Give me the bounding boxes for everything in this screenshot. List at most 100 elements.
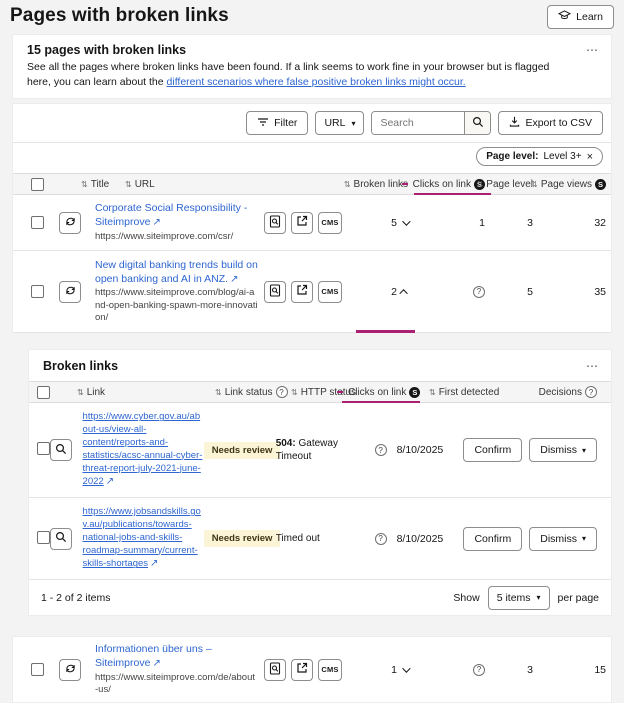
broken-link-url[interactable]: https://www.jobsandskills.gov.au/publica… [83, 506, 204, 571]
inspect-link-button[interactable] [50, 439, 72, 461]
select-all-checkbox[interactable] [37, 386, 50, 399]
column-header-page-views[interactable]: ⇅ Page views S [531, 174, 606, 194]
decisions-cell: Confirm Dismiss ▾ [463, 438, 611, 462]
page-report-icon [269, 284, 281, 300]
row-checkbox[interactable] [31, 285, 44, 298]
page-level-filter-tag[interactable]: Page level: Level 3+ × [476, 147, 603, 166]
sort-icon: ⇅ [215, 388, 222, 397]
broken-link-url[interactable]: https://www.cyber.gov.au/about-us/view-a… [83, 411, 204, 489]
info-icon[interactable]: ? [585, 386, 597, 398]
page-url: https://www.siteimprove.com/blog/ai-and-… [95, 287, 258, 324]
page-report-icon [269, 215, 281, 231]
page-link[interactable]: New digital banking trends build on open… [95, 259, 258, 286]
filter-tag-value: Level 3+ [543, 151, 581, 162]
open-cms-button[interactable]: CMS [318, 659, 342, 681]
broken-links-overflow-menu-icon[interactable]: ⋯ [586, 359, 599, 373]
info-icon[interactable]: ? [276, 386, 288, 398]
column-header-first-detected[interactable]: ⇅ First detected [429, 382, 499, 402]
page-views-cell: 32 [533, 217, 606, 229]
first-detected-cell: 8/10/2025 [387, 533, 464, 545]
row-checkbox[interactable] [37, 442, 50, 455]
summary-card: 15 pages with broken links See all the p… [12, 34, 612, 99]
column-header-decisions[interactable]: Decisions ? [539, 382, 597, 402]
column-header-clicks-on-link[interactable]: Clicks on link S [402, 174, 485, 194]
external-link-icon: ↗ [150, 558, 158, 569]
select-all-checkbox[interactable] [31, 178, 44, 191]
table-row: Corporate Social Responsibility - Siteim… [13, 195, 611, 251]
summary-overflow-menu-icon[interactable]: ⋯ [586, 43, 599, 57]
false-positive-help-link[interactable]: different scenarios where false positive… [167, 76, 466, 88]
column-header-broken-links[interactable]: ⇅ Broken links [344, 174, 408, 194]
column-header-link-status[interactable]: ⇅ Link status ? [215, 382, 288, 402]
column-header-clicks-on-link[interactable]: Clicks on link S [337, 382, 420, 402]
sort-icon: ⇅ [477, 180, 484, 189]
inspect-cell [50, 528, 83, 550]
broken-links-count-cell[interactable]: 2 [356, 286, 408, 298]
dismiss-button[interactable]: Dismiss ▾ [529, 438, 597, 462]
show-label: Show [453, 592, 479, 604]
sort-icon: ⇅ [291, 388, 298, 397]
open-external-icon [296, 662, 308, 677]
clicks-on-link-cell: 1 [408, 217, 485, 229]
column-header-first-detected-label: First detected [439, 387, 500, 398]
page-report-button[interactable] [264, 212, 286, 234]
open-page-button[interactable] [291, 212, 313, 234]
dismiss-button[interactable]: Dismiss ▾ [529, 527, 597, 551]
open-external-icon [296, 284, 308, 299]
page-report-button[interactable] [264, 281, 286, 303]
column-header-page-level[interactable]: ⇅ Page level [477, 174, 533, 194]
table-row: https://www.jobsandskills.gov.au/publica… [29, 497, 611, 579]
page-report-button[interactable] [264, 659, 286, 681]
per-page-label: per page [558, 592, 599, 604]
search-submit-button[interactable] [464, 112, 490, 134]
column-header-url[interactable]: ⇅ URL [125, 174, 155, 194]
clicks-on-link-cell: ? [352, 533, 386, 545]
row-checkbox[interactable] [31, 216, 44, 229]
search-scope-select[interactable]: URL ▾ [315, 111, 364, 135]
open-external-icon [296, 215, 308, 230]
recheck-page-button[interactable] [59, 659, 81, 681]
page-size-select[interactable]: 5 items ▾ [488, 586, 550, 610]
open-page-button[interactable] [291, 281, 313, 303]
recheck-page-button[interactable] [59, 281, 81, 303]
column-header-page-level-label: Page level [486, 179, 533, 190]
recheck-cell [59, 281, 95, 303]
external-link-icon: ↗ [152, 217, 160, 228]
column-header-link[interactable]: ⇅ Link [77, 382, 105, 402]
confirm-button[interactable]: Confirm [463, 438, 522, 462]
open-page-button[interactable] [291, 659, 313, 681]
page-actions-cell: CMS [264, 659, 356, 681]
broken-links-card-title: Broken links [43, 359, 118, 373]
broken-links-count-cell[interactable]: 5 [356, 217, 408, 229]
column-header-title[interactable]: ⇅ Title [81, 174, 109, 194]
search-input[interactable] [372, 112, 464, 134]
broken-links-count-cell[interactable]: 1 [356, 664, 408, 676]
sort-active-icon [402, 183, 408, 185]
open-cms-button[interactable]: CMS [318, 281, 342, 303]
sort-icon: ⇅ [531, 180, 538, 189]
summary-heading: 15 pages with broken links [27, 43, 597, 57]
search-icon [55, 443, 67, 458]
confirm-button[interactable]: Confirm [463, 527, 522, 551]
open-cms-button[interactable]: CMS [318, 212, 342, 234]
export-csv-button[interactable]: Export to CSV [498, 111, 603, 135]
first-detected-cell: 8/10/2025 [387, 444, 464, 456]
row-checkbox-cell [29, 531, 50, 547]
recheck-page-button[interactable] [59, 212, 81, 234]
learn-button[interactable]: Learn [547, 5, 614, 29]
page-actions-cell: CMS [264, 212, 356, 234]
active-filters-row: Page level: Level 3+ × [13, 143, 611, 173]
page-title-cell: Informationen über uns – Siteimprove↗ ht… [95, 643, 264, 696]
page-link[interactable]: Corporate Social Responsibility - Siteim… [95, 202, 258, 229]
row-checkbox[interactable] [37, 531, 50, 544]
filter-button[interactable]: Filter [246, 111, 308, 135]
remove-filter-icon[interactable]: × [587, 151, 593, 163]
inspect-link-button[interactable] [50, 528, 72, 550]
expanded-row-indicator [356, 330, 415, 333]
page-link[interactable]: Informationen über uns – Siteimprove↗ [95, 643, 258, 670]
search-group [371, 111, 491, 135]
filter-icon [257, 117, 269, 130]
page-header: Pages with broken links Learn [0, 0, 624, 32]
page-title-cell: Corporate Social Responsibility - Siteim… [95, 202, 264, 243]
row-checkbox[interactable] [31, 663, 44, 676]
